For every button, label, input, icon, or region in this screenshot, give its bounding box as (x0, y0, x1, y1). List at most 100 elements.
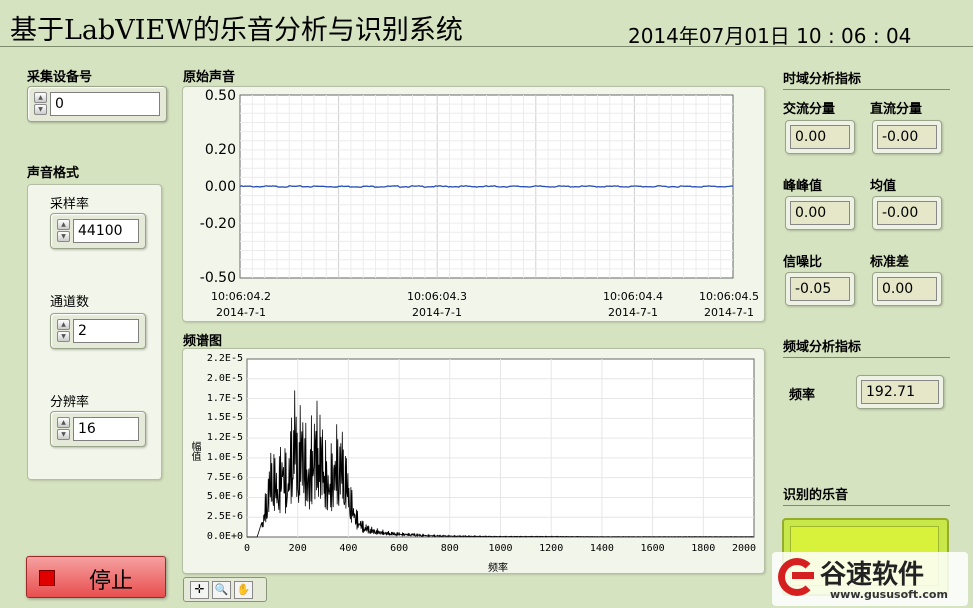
spectrum-chart (246, 358, 755, 538)
spin-up-icon[interactable]: ▲ (57, 319, 70, 330)
recognized-label: 识别的乐音 (783, 488, 849, 503)
device-label: 采集设备号 (27, 70, 93, 85)
stop-led-icon (39, 570, 55, 586)
watermark-url: www.gususoft.com (830, 588, 948, 601)
snr-value: -0.05 (790, 277, 850, 301)
channels-control: ▲ ▼ 2 (50, 313, 146, 349)
raw-y-tick: 0.00 (204, 179, 236, 195)
raw-y-tick: 0.20 (204, 142, 236, 158)
ac-value: 0.00 (790, 125, 850, 149)
format-label: 声音格式 (27, 166, 80, 181)
watermark-name: 谷速软件 (820, 560, 925, 590)
frequency-value: 192.71 (861, 380, 939, 404)
spectrum-x-tick: 1200 (539, 543, 564, 554)
stop-button-label: 停止 (89, 569, 134, 594)
peak-to-peak-label: 峰峰值 (783, 179, 823, 194)
spin-down-icon[interactable]: ▼ (57, 429, 70, 440)
spin-up-icon[interactable]: ▲ (57, 417, 70, 428)
freq-domain-divider (783, 357, 950, 358)
graph-palette: ✛ 🔍 ✋ (183, 577, 267, 602)
frequency-label: 频率 (789, 388, 816, 403)
spectrum-x-tick: 2000 (731, 543, 757, 554)
ac-indicator: 0.00 (785, 120, 855, 154)
freq-domain-label: 频域分析指标 (783, 340, 862, 355)
time-domain-label: 时域分析指标 (783, 72, 862, 87)
raw-x-tick-date: 2014-7-1 (412, 306, 462, 319)
spectrum-x-tick: 0 (243, 543, 251, 554)
device-spinner[interactable]: ▲ ▼ (34, 92, 47, 116)
spectrum-x-tick: 200 (288, 543, 307, 554)
spectrum-y-tick: 5.0E-6 (206, 491, 243, 503)
spectrum-y-tick: 0.0E+0 (206, 531, 243, 542)
dc-indicator: -0.00 (872, 120, 942, 154)
spectrum-y-tick: 1.7E-5 (206, 392, 243, 404)
pan-hand-icon[interactable]: ✋ (234, 581, 253, 599)
raw-y-tick: -0.20 (199, 216, 236, 232)
ac-label: 交流分量 (783, 102, 836, 117)
spin-down-icon[interactable]: ▼ (57, 231, 70, 242)
std-value: 0.00 (877, 277, 937, 301)
std-label: 标准差 (870, 255, 910, 270)
device-control: ▲ ▼ 0 (27, 86, 167, 122)
spectrum-x-tick: 600 (390, 543, 409, 554)
spectrum-y-tick: 2.2E-5 (206, 353, 243, 364)
spectrum-y-tick: 1.5E-5 (206, 412, 243, 424)
spectrum-x-tick: 400 (339, 543, 358, 554)
app-title: 基于LabVIEW的乐音分析与识别系统 (10, 15, 463, 46)
clock-display: 2014年07月01日 10 : 06 : 04 (628, 24, 912, 48)
raw-waveform-chart (239, 94, 734, 279)
raw-x-tick-date: 2014-7-1 (216, 306, 266, 319)
raw-x-tick-time: 10:06:04.5 (699, 290, 759, 303)
channels-label: 通道数 (50, 295, 90, 310)
resolution-spinner[interactable]: ▲ ▼ (57, 417, 70, 441)
spectrum-y-tick: 2.0E-5 (206, 372, 243, 384)
spectrum-chart-label: 频谱图 (183, 334, 223, 349)
raw-x-tick-date: 2014-7-1 (704, 306, 754, 319)
time-domain-divider (783, 89, 950, 90)
spectrum-y-tick: 1.2E-5 (206, 432, 243, 444)
raw-x-tick-time: 10:06:04.2 (211, 290, 271, 303)
spectrum-x-axis-label: 频率 (488, 563, 508, 574)
stop-button[interactable]: 停止 (26, 556, 166, 598)
spectrum-x-tick: 1800 (691, 543, 716, 554)
device-input[interactable]: 0 (50, 92, 160, 116)
spin-up-icon[interactable]: ▲ (34, 92, 47, 103)
std-indicator: 0.00 (872, 272, 942, 306)
zoom-icon[interactable]: 🔍 (212, 581, 231, 599)
spectrum-chart-panel: 幅值 频率 2.2E-5 2.0E-5 1.7E-5 1.5E-5 1.2E-5 1.0E… (182, 348, 765, 574)
resolution-input[interactable]: 16 (73, 417, 139, 441)
channels-input[interactable]: 2 (73, 319, 139, 343)
sample-rate-control: ▲ ▼ 44100 (50, 213, 146, 249)
spin-up-icon[interactable]: ▲ (57, 219, 70, 230)
frequency-indicator: 192.71 (856, 375, 944, 409)
mean-label: 均值 (870, 179, 897, 194)
channels-spinner[interactable]: ▲ ▼ (57, 319, 70, 343)
watermark-logo-bar (792, 572, 814, 579)
spin-down-icon[interactable]: ▼ (34, 104, 47, 115)
raw-chart-label: 原始声音 (183, 70, 236, 85)
sample-rate-input[interactable]: 44100 (73, 219, 139, 243)
mean-indicator: -0.00 (872, 196, 942, 230)
recognized-divider (783, 505, 950, 506)
sample-rate-label: 采样率 (50, 197, 90, 212)
snr-label: 信噪比 (783, 255, 823, 270)
peak-to-peak-value: 0.00 (790, 201, 850, 225)
resolution-control: ▲ ▼ 16 (50, 411, 146, 447)
spectrum-x-tick: 800 (440, 543, 459, 554)
raw-y-tick: -0.50 (199, 270, 236, 286)
resolution-label: 分辨率 (50, 395, 90, 410)
crosshair-cursor-icon[interactable]: ✛ (190, 581, 209, 599)
mean-value: -0.00 (877, 201, 937, 225)
format-panel: 采样率 ▲ ▼ 44100 通道数 ▲ ▼ 2 分辨率 ▲ ▼ 16 (27, 184, 162, 480)
raw-chart-panel: 0.50 0.20 0.00 -0.20 -0.50 10:06:04.2 20… (182, 86, 765, 322)
spectrum-x-tick: 1600 (640, 543, 665, 554)
spectrum-y-tick: 1.0E-5 (206, 451, 243, 463)
raw-x-tick-date: 2014-7-1 (608, 306, 658, 319)
header-divider (0, 46, 973, 47)
spectrum-x-tick: 1000 (488, 543, 513, 554)
spectrum-x-tick: 1400 (589, 543, 614, 554)
spin-down-icon[interactable]: ▼ (57, 331, 70, 342)
raw-x-tick-time: 10:06:04.3 (407, 290, 467, 303)
snr-indicator: -0.05 (785, 272, 855, 306)
sample-rate-spinner[interactable]: ▲ ▼ (57, 219, 70, 243)
